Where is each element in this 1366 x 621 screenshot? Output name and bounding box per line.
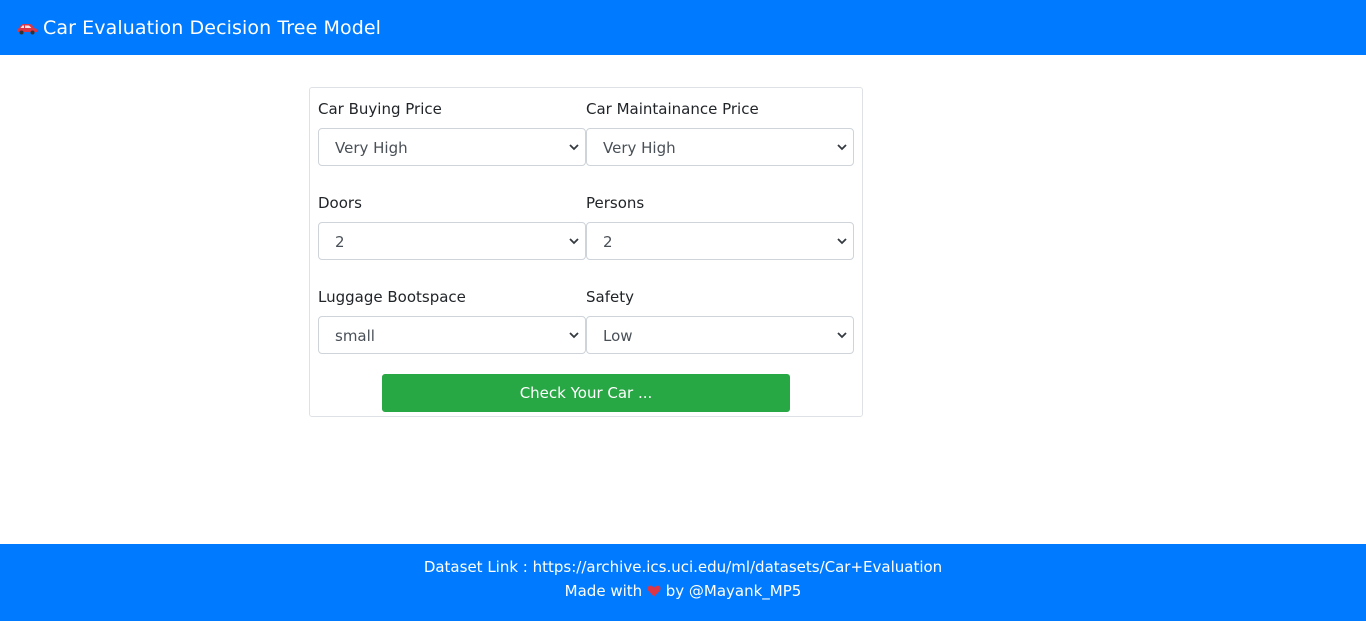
- footer: Dataset Link : https://archive.ics.uci.e…: [0, 544, 1366, 621]
- persons-label: Persons: [586, 194, 645, 212]
- car-icon: [17, 23, 37, 34]
- made-with-text: Made with: [564, 582, 643, 600]
- maint-price-select[interactable]: Very High: [586, 128, 854, 166]
- chevron-down-icon: [569, 144, 579, 151]
- credits-line: Made with by @Mayank_MP5: [0, 579, 1366, 603]
- doors-field: Doors 2: [318, 192, 586, 260]
- heart-icon: [647, 585, 661, 597]
- maint-price-value: Very High: [603, 139, 676, 157]
- buying-price-value: Very High: [335, 139, 408, 157]
- doors-value: 2: [335, 233, 345, 251]
- luggage-label: Luggage Bootspace: [318, 288, 466, 306]
- maint-price-label: Car Maintainance Price: [586, 100, 759, 118]
- navbar: Car Evaluation Decision Tree Model: [0, 0, 1366, 55]
- safety-value: Low: [603, 327, 633, 345]
- safety-field: Safety Low: [586, 286, 854, 354]
- luggage-field: Luggage Bootspace small: [318, 286, 586, 354]
- buying-price-label: Car Buying Price: [318, 100, 442, 118]
- luggage-value: small: [335, 327, 375, 345]
- author-text[interactable]: by @Mayank_MP5: [666, 582, 802, 600]
- buying-price-select[interactable]: Very High: [318, 128, 586, 166]
- chevron-down-icon: [569, 332, 579, 339]
- doors-label: Doors: [318, 194, 362, 212]
- persons-value: 2: [603, 233, 613, 251]
- buying-price-field: Car Buying Price Very High: [318, 98, 586, 166]
- safety-label: Safety: [586, 288, 634, 306]
- dataset-link[interactable]: Dataset Link : https://archive.ics.uci.e…: [0, 555, 1366, 579]
- evaluation-form-card: Car Buying Price Very High Car Maintaina…: [309, 87, 863, 417]
- chevron-down-icon: [569, 238, 579, 245]
- persons-select[interactable]: 2: [586, 222, 854, 260]
- chevron-down-icon: [837, 238, 847, 245]
- luggage-select[interactable]: small: [318, 316, 586, 354]
- chevron-down-icon: [837, 144, 847, 151]
- app-title: Car Evaluation Decision Tree Model: [43, 16, 382, 39]
- chevron-down-icon: [837, 332, 847, 339]
- navbar-brand[interactable]: Car Evaluation Decision Tree Model: [16, 17, 381, 39]
- doors-select[interactable]: 2: [318, 222, 586, 260]
- persons-field: Persons 2: [586, 192, 854, 260]
- check-car-button[interactable]: Check Your Car ...: [382, 374, 790, 412]
- safety-select[interactable]: Low: [586, 316, 854, 354]
- maint-price-field: Car Maintainance Price Very High: [586, 98, 854, 166]
